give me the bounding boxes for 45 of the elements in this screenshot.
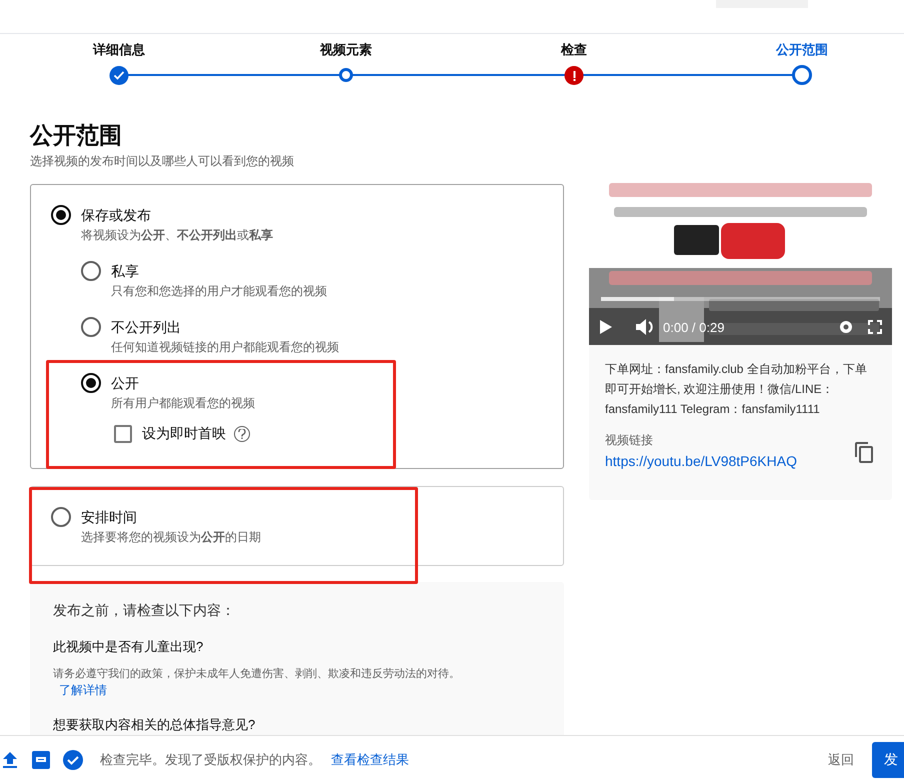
checkbox[interactable]: [114, 424, 132, 442]
checklist-text: 请务必遵守我们的政策，保护未成年人免遭伤害、剥削、欺凌和违反劳动法的对待。 了解详情: [53, 666, 461, 698]
check-circle-icon: [63, 750, 83, 770]
checklist-question: 此视频中是否有儿童出现?: [53, 638, 204, 656]
video-time: 0:00 / 0:29: [663, 318, 724, 336]
publish-button[interactable]: 发: [872, 742, 904, 778]
copy-icon[interactable]: [854, 441, 874, 463]
option-label: 不公开列出: [111, 318, 182, 337]
learn-more-link[interactable]: 了解详情: [59, 682, 107, 696]
volume-icon[interactable]: [635, 318, 655, 336]
page-subheading: 选择视频的发布时间以及哪些人可以看到您的视频: [30, 153, 295, 170]
view-results-link[interactable]: 查看检查结果: [331, 750, 409, 770]
option-label: 安排时间: [81, 508, 138, 527]
radio-button[interactable]: [81, 317, 101, 337]
video-description: 下单网址：fansfamily.club 全自动加粉平台，下单即可开始增长, 欢迎注册使用！微信/LINE：fansfamily111 Telegram：fansfamily1111: [605, 361, 868, 418]
option-label: 公开: [111, 374, 140, 393]
premiere-label: 设为即时首映: [142, 424, 226, 443]
checklist-question: 想要获取内容相关的总体指导意见?: [53, 716, 256, 734]
play-icon[interactable]: [599, 319, 613, 336]
upload-icon[interactable]: [3, 752, 17, 768]
help-icon[interactable]: [234, 426, 250, 442]
option-description: 只有您和您选择的用户才能观看您的视频: [111, 283, 327, 300]
fullscreen-icon[interactable]: [868, 320, 882, 334]
radio-button[interactable]: [81, 373, 101, 393]
option-label: 保存或发布: [81, 206, 152, 225]
step-label[interactable]: 公开范围: [776, 40, 828, 60]
page-heading: 公开范围: [30, 121, 123, 150]
status-text: 检查完毕。发现了受版权保护的内容。: [100, 750, 321, 769]
step-label[interactable]: 视频元素: [320, 40, 372, 60]
option-description: 将视频设为公开、不公开列出或私享: [81, 227, 273, 244]
back-button[interactable]: 返回: [826, 750, 856, 770]
option-description: 任何知道视频链接的用户都能观看您的视频: [111, 339, 339, 356]
step-label[interactable]: 详细信息: [93, 40, 145, 60]
radio-button[interactable]: [51, 507, 71, 527]
settings-icon[interactable]: [838, 319, 854, 336]
sd-badge-icon: [32, 750, 50, 768]
radio-button[interactable]: [51, 205, 71, 225]
link-label: 视频链接: [605, 432, 654, 449]
option-description: 所有用户都能观看您的视频: [111, 395, 255, 412]
checklist-title: 发布之前，请检查以下内容：: [53, 601, 236, 620]
video-link[interactable]: https://youtu.be/LV98tP6KHAQ: [605, 451, 854, 472]
option-label: 私享: [111, 262, 140, 281]
radio-button[interactable]: [81, 261, 101, 281]
option-description: 选择要将您的视频设为公开的日期: [81, 529, 261, 546]
step-label[interactable]: 检查: [561, 40, 587, 60]
